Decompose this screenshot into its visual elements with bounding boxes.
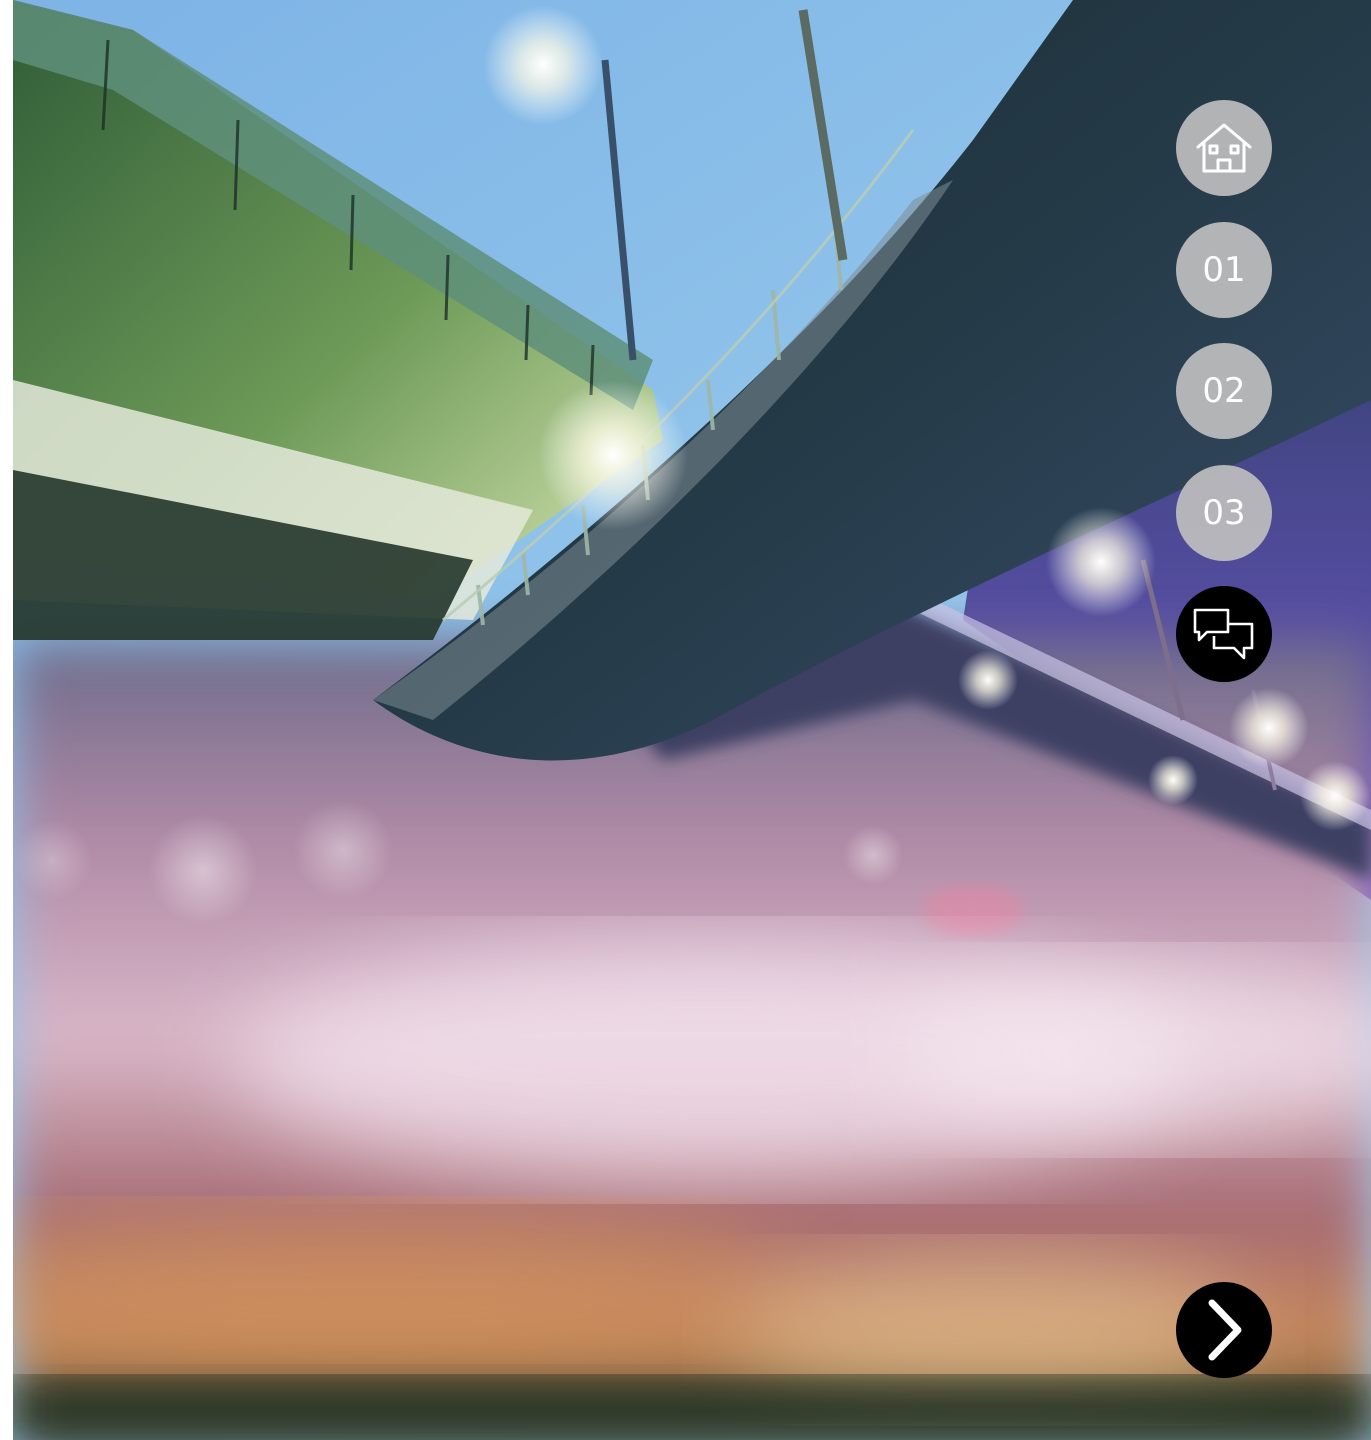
nav-section-02-label: 02 bbox=[1202, 371, 1246, 411]
nav-section-02-button[interactable]: 02 bbox=[1176, 343, 1272, 439]
chat-bubbles-icon bbox=[1193, 608, 1254, 660]
chevron-right-icon bbox=[1208, 1299, 1242, 1361]
nav-section-03-button[interactable]: 03 bbox=[1176, 465, 1272, 561]
nav-section-01-label: 01 bbox=[1202, 250, 1246, 290]
hero-image bbox=[13, 0, 1371, 1440]
nav-contact-button[interactable] bbox=[1176, 586, 1272, 682]
home-icon bbox=[1196, 123, 1252, 173]
page-margin bbox=[0, 0, 13, 1440]
nav-home-button[interactable] bbox=[1176, 100, 1272, 196]
nav-section-03-label: 03 bbox=[1202, 493, 1246, 533]
page: 01 02 03 bbox=[0, 0, 1371, 1440]
nav-section-01-button[interactable]: 01 bbox=[1176, 222, 1272, 318]
next-page-button[interactable] bbox=[1176, 1282, 1272, 1378]
